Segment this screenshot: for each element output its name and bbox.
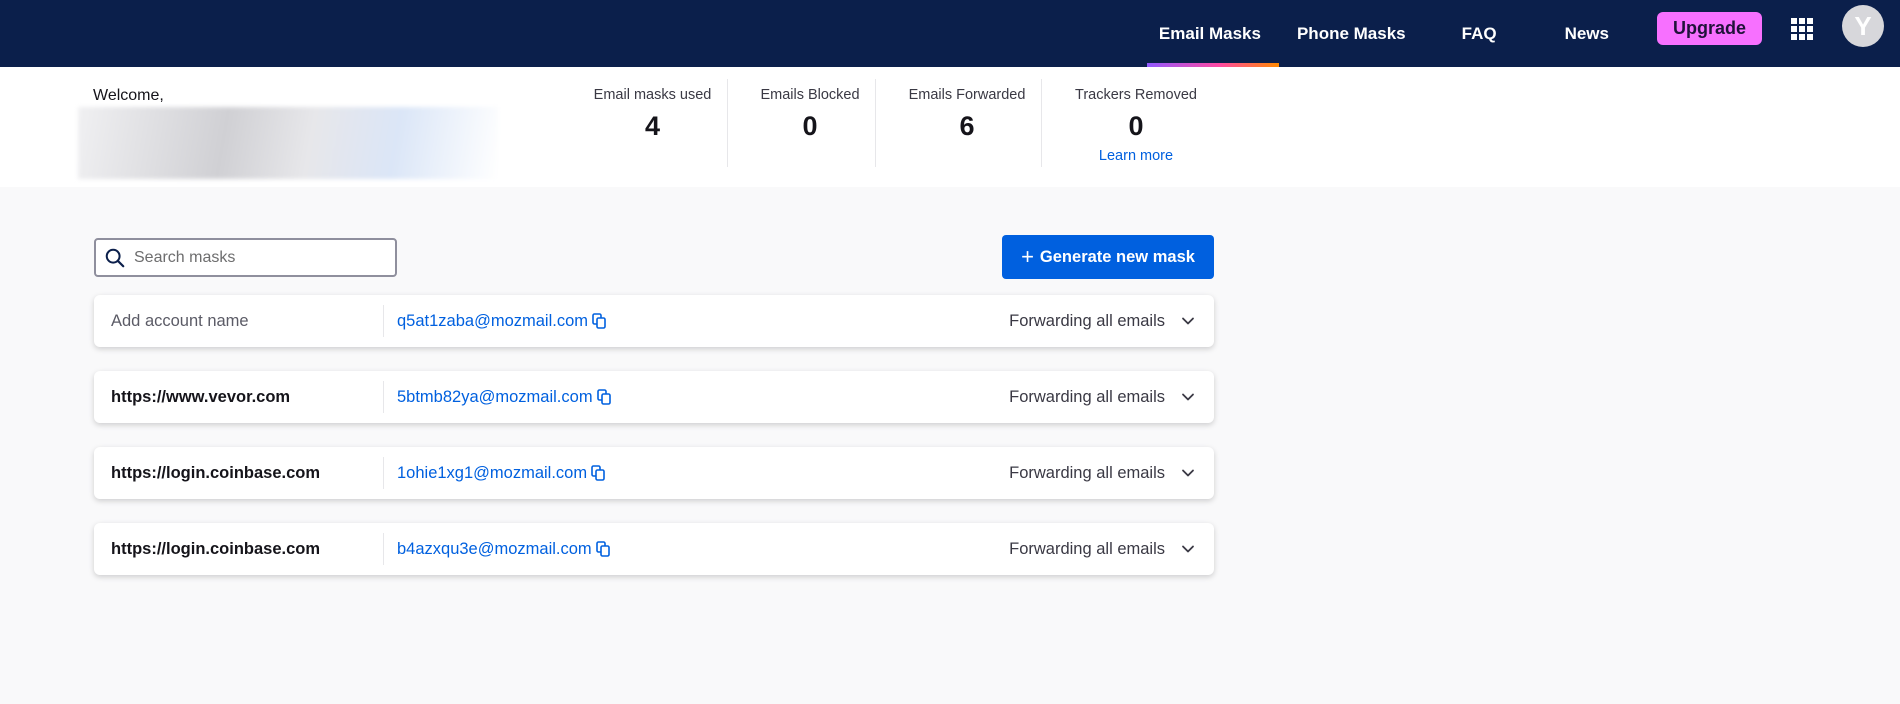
stat-value: 6 — [959, 111, 975, 141]
mask-address[interactable]: 5btmb82ya@mozmail.com — [397, 388, 611, 407]
stat-label: Emails Blocked — [760, 87, 860, 103]
mask-row[interactable]: Add account name q5at1zaba@mozmail.com F… — [94, 295, 1214, 347]
search-box — [94, 238, 397, 277]
mask-status: Forwarding all emails — [1009, 387, 1165, 406]
mask-address-text: b4azxqu3e@mozmail.com — [397, 539, 592, 558]
stat-trackers-removed: Trackers Removed 0 Learn more — [1070, 87, 1202, 164]
mask-account-name[interactable]: https://login.coinbase.com — [94, 457, 384, 489]
stat-email-masks-used: Email masks used 4 — [590, 87, 715, 142]
mask-account-name[interactable]: Add account name — [94, 305, 384, 337]
plus-icon: + — [1021, 244, 1034, 269]
stats-bar: Welcome, Email masks used 4 Emails Block… — [0, 67, 1900, 187]
stat-label: Email masks used — [593, 87, 712, 103]
nav-link-news[interactable]: News — [1545, 0, 1637, 67]
mask-address-text: q5at1zaba@mozmail.com — [397, 311, 588, 330]
copy-icon[interactable] — [596, 389, 611, 405]
mask-address[interactable]: q5at1zaba@mozmail.com — [397, 312, 606, 331]
mask-address[interactable]: 1ohie1xg1@mozmail.com — [397, 464, 605, 483]
stat-emails-forwarded: Emails Forwarded 6 — [902, 87, 1032, 142]
blurred-user-name — [78, 107, 498, 179]
stat-value: 0 — [802, 111, 818, 141]
mask-status: Forwarding all emails — [1009, 311, 1165, 330]
main-nav: Email Masks Phone Masks FAQ News — [1141, 0, 1637, 67]
chevron-down-icon[interactable] — [1180, 465, 1196, 481]
mask-status: Forwarding all emails — [1009, 539, 1165, 558]
mask-account-name[interactable]: https://login.coinbase.com — [94, 533, 384, 565]
stat-value: 0 — [1128, 111, 1144, 141]
chevron-down-icon[interactable] — [1180, 389, 1196, 405]
mask-row[interactable]: https://www.vevor.com 5btmb82ya@mozmail.… — [94, 371, 1214, 423]
chevron-down-icon[interactable] — [1180, 313, 1196, 329]
mask-address-text: 1ohie1xg1@mozmail.com — [397, 463, 588, 482]
stat-divider — [727, 79, 728, 167]
top-nav-bar: Email Masks Phone Masks FAQ News Upgrade… — [0, 0, 1900, 67]
generate-new-mask-button[interactable]: + Generate new mask — [1002, 235, 1214, 279]
stat-divider — [875, 79, 876, 167]
stat-label: Emails Forwarded — [908, 87, 1026, 103]
generate-button-label: Generate new mask — [1039, 247, 1195, 266]
nav-link-faq[interactable]: FAQ — [1424, 0, 1545, 67]
welcome-text: Welcome, — [93, 87, 164, 104]
chevron-down-icon[interactable] — [1180, 541, 1196, 557]
upgrade-button[interactable]: Upgrade — [1656, 12, 1762, 45]
mask-row[interactable]: https://login.coinbase.com 1ohie1xg1@moz… — [94, 447, 1214, 499]
stat-divider — [1041, 79, 1042, 167]
copy-icon[interactable] — [592, 313, 606, 329]
nav-link-email-masks[interactable]: Email Masks — [1141, 0, 1280, 67]
copy-icon[interactable] — [591, 465, 605, 481]
mask-status: Forwarding all emails — [1009, 463, 1165, 482]
apps-grid-icon[interactable] — [1791, 18, 1813, 40]
mask-row[interactable]: https://login.coinbase.com b4azxqu3e@moz… — [94, 523, 1214, 575]
stat-value: 4 — [644, 111, 661, 141]
learn-more-link[interactable]: Learn more — [1070, 148, 1202, 164]
search-input[interactable] — [134, 248, 384, 267]
avatar[interactable]: Y — [1842, 5, 1884, 47]
search-icon — [105, 248, 125, 267]
mask-address[interactable]: b4azxqu3e@mozmail.com — [397, 540, 610, 559]
stat-label: Trackers Removed — [1075, 87, 1197, 103]
copy-icon[interactable] — [595, 541, 610, 557]
mask-address-text: 5btmb82ya@mozmail.com — [397, 387, 593, 406]
nav-link-phone-masks[interactable]: Phone Masks — [1279, 0, 1424, 67]
stat-emails-blocked: Emails Blocked 0 — [750, 87, 870, 142]
mask-account-name[interactable]: https://www.vevor.com — [94, 381, 384, 413]
